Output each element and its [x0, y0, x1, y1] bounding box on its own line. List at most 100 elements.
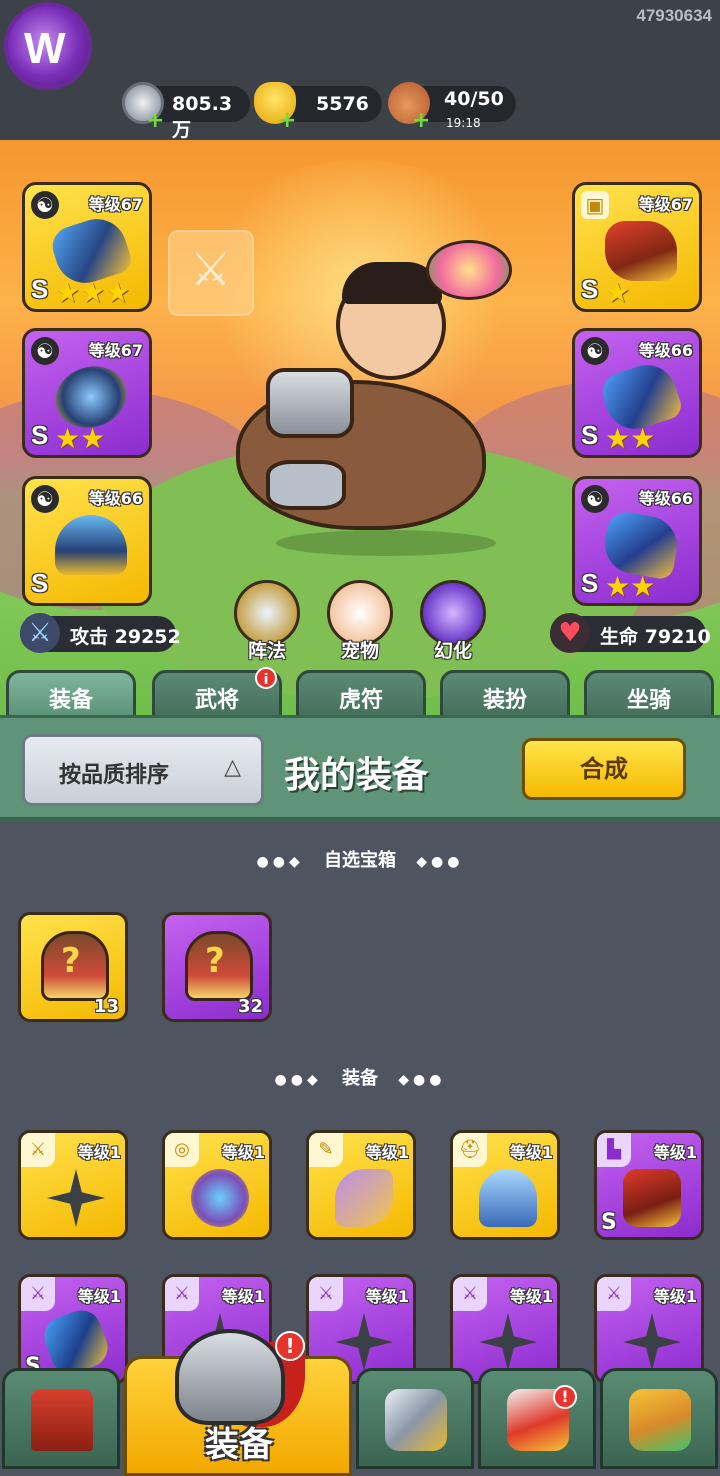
add-silver-icon[interactable]: + [146, 110, 164, 132]
bracer-icon [335, 1169, 393, 1227]
divider-dots: ◆●● [398, 1072, 446, 1088]
equip-slot-ring[interactable]: ☯ 等级67 S ★★ [22, 328, 152, 458]
helmet-type-icon: ⛑ [453, 1133, 487, 1167]
equipment-section-title: ●●◆ 装备 ◆●● [0, 1064, 720, 1090]
stamina-timer: 19:18 [446, 116, 481, 130]
stamina-resource[interactable]: + 40/50 19:18 [388, 82, 516, 132]
gold-resource[interactable]: + 5576 [254, 82, 382, 132]
chest-item[interactable]: ? 32 [162, 912, 272, 1022]
yin-yang-icon: ☯ [31, 485, 59, 513]
pet-label: 宠物 [340, 640, 379, 662]
armor-type-icon: ▣ [581, 191, 609, 219]
yin-yang-icon: ☯ [581, 337, 609, 365]
tab-mount[interactable]: 坐骑 [584, 670, 714, 718]
weapon-type-icon: ⚔ [165, 1277, 199, 1311]
equipment-item[interactable]: ✎ 等级1 [306, 1130, 416, 1240]
item-level: 等级1 [653, 1143, 697, 1162]
nav-battle[interactable] [356, 1368, 474, 1469]
slot-level: 等级67 [88, 341, 143, 360]
item-level: 等级1 [365, 1143, 409, 1162]
divider-dots: ◆●● [416, 854, 464, 870]
bottom-navigation: ! 装备 ! [0, 1329, 720, 1476]
sort-dropdown[interactable]: 按品质排序 △ [22, 734, 264, 806]
star-rating: ★★★ [55, 276, 131, 309]
rank-badge: S [581, 568, 599, 598]
nav-city[interactable] [2, 1368, 120, 1469]
tab-generals[interactable]: 武将 i [152, 667, 282, 718]
sort-label: 按品质排序 [59, 763, 170, 788]
silver-resource[interactable]: + 805.3万 [122, 82, 250, 141]
shuriken-icon [47, 1169, 105, 1227]
star-rating: ★★ [55, 422, 106, 455]
item-level: 等级1 [221, 1143, 265, 1162]
top-bar: W 47930634 + 805.3万 + 5576 + 40/50 19:18 [0, 0, 720, 141]
hp-stat: ♥ 生命 79210 [550, 613, 711, 653]
alert-badge: ! [275, 1331, 305, 1361]
nav-equipment[interactable]: ! 装备 [124, 1329, 352, 1476]
equipment-item[interactable]: ▙ 等级1 S [594, 1130, 704, 1240]
star-rating: ★★ [605, 570, 656, 603]
hero-character [226, 240, 526, 560]
equipment-item[interactable]: ⛑ 等级1 [450, 1130, 560, 1240]
tab-outfit[interactable]: 装扮 [440, 670, 570, 718]
medal-type-icon: ◎ [165, 1133, 199, 1167]
equip-slot-armor[interactable]: ▣ 等级67 S ★ [572, 182, 702, 312]
category-tabs: 装备 武将 i 虎符 装扮 坐骑 [0, 667, 720, 718]
illusion-button[interactable]: 幻化 [418, 580, 488, 662]
equip-slot-weapon[interactable]: ☯ 等级67 S ★★★ [22, 182, 152, 312]
chest-section-label: 自选宝箱 [324, 850, 396, 871]
stamina-amount: 40/50 [444, 88, 504, 110]
item-level: 等级1 [509, 1143, 553, 1162]
nav-heroes[interactable]: ! [478, 1368, 596, 1469]
item-count: 32 [237, 996, 263, 1017]
triangle-up-icon: △ [224, 755, 241, 780]
slot-level: 等级66 [88, 489, 143, 508]
chest-item[interactable]: ? 13 [18, 912, 128, 1022]
shuriken-icon [623, 1313, 681, 1371]
notification-badge: i [255, 667, 277, 689]
item-level: 等级1 [77, 1287, 121, 1306]
slot-level: 等级66 [638, 489, 693, 508]
equipment-item[interactable]: ⚔ 等级1 [18, 1130, 128, 1240]
yin-yang-icon: ☯ [31, 337, 59, 365]
weapon-type-icon: ⚔ [21, 1133, 55, 1167]
boar-snout [266, 460, 346, 510]
add-gold-icon[interactable]: + [278, 110, 296, 132]
sword-icon: ⚔ [20, 613, 60, 653]
tab-tiger-tally[interactable]: 虎符 [296, 670, 426, 718]
game-logo: W [4, 2, 92, 90]
bracer-type-icon: ✎ [309, 1133, 343, 1167]
armor-icon [605, 221, 677, 281]
nav-upgrade[interactable] [600, 1368, 718, 1469]
nav-equipment-label: 装备 [205, 1425, 273, 1465]
item-level: 等级1 [77, 1143, 121, 1162]
weapon-type-icon: ⚔ [597, 1277, 631, 1311]
weapon-type-icon: ⚔ [21, 1277, 55, 1311]
weapon-type-icon: ⚔ [453, 1277, 487, 1311]
amulet-icon [191, 1169, 249, 1227]
shuriken-icon [479, 1313, 537, 1371]
rank-badge: S [31, 420, 49, 450]
item-level: 等级1 [365, 1287, 409, 1306]
question-mark-icon: ? [205, 941, 225, 981]
yin-yang-icon: ☯ [581, 485, 609, 513]
merge-button[interactable]: 合成 [522, 738, 686, 800]
rank-badge: S [31, 274, 49, 304]
equipment-item[interactable]: ◎ 等级1 [162, 1130, 272, 1240]
equip-slot-helmet[interactable]: ☯ 等级66 S [22, 476, 152, 606]
lotus-ornament [426, 240, 512, 300]
add-stamina-icon[interactable]: + [412, 110, 430, 132]
slot-level: 等级67 [88, 195, 143, 214]
tab-equipment[interactable]: 装备 [6, 670, 136, 718]
gold-amount: 5576 [316, 93, 369, 115]
rank-badge: S [31, 568, 49, 598]
silver-amount: 805.3万 [172, 93, 233, 141]
formation-button[interactable]: 阵法 [232, 580, 302, 662]
pet-button[interactable]: 宠物 [325, 580, 395, 662]
heart-icon: ♥ [550, 613, 590, 653]
equip-slot-bracer[interactable]: ☯ 等级66 S ★★ [572, 328, 702, 458]
rank-badge: S [601, 1210, 617, 1235]
attack-stat: ⚔ 攻击 29252 [20, 613, 181, 653]
divider-dots: ●●◆ [256, 854, 304, 870]
equip-slot-boots[interactable]: ☯ 等级66 S ★★ [572, 476, 702, 606]
